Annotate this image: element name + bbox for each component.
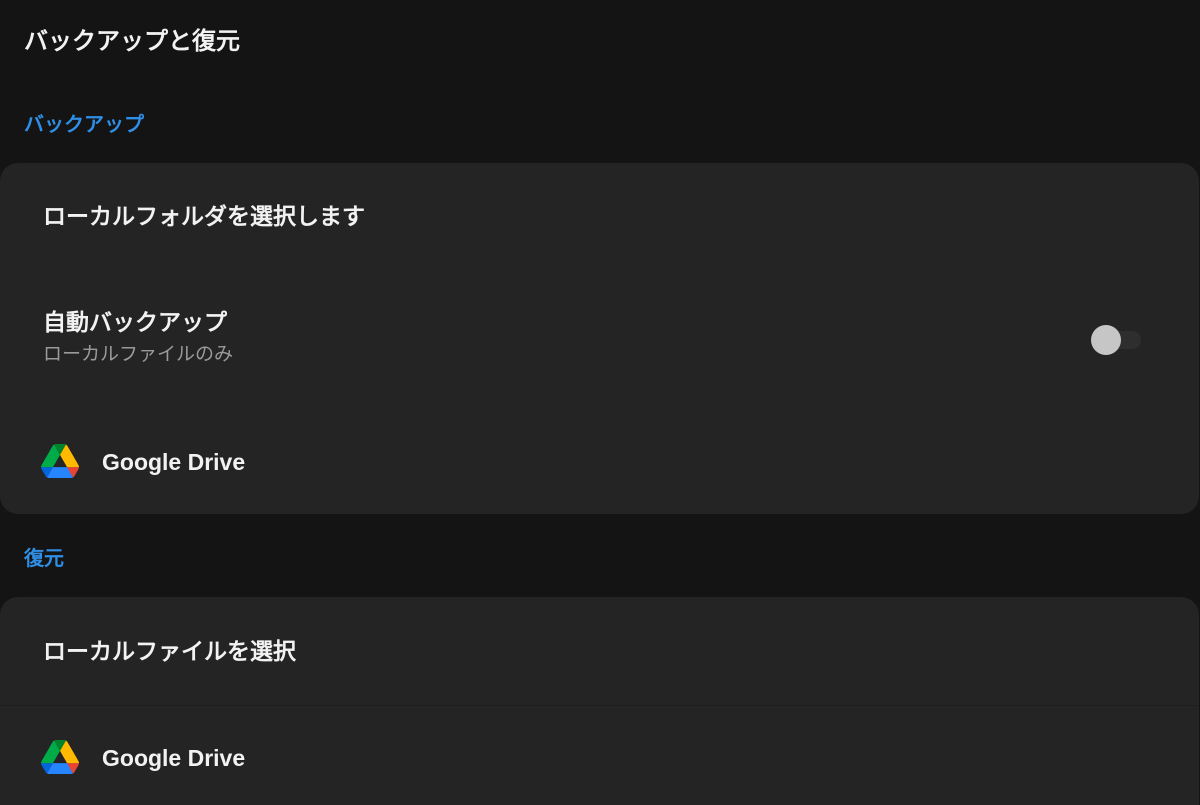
section-header-backup: バックアップ <box>24 112 144 136</box>
auto-backup-subtitle: ローカルファイルのみ <box>43 343 234 365</box>
auto-backup-row[interactable]: 自動バックアップ ローカルファイルのみ <box>0 271 1199 403</box>
backup-google-drive-row[interactable]: Google Drive <box>0 403 1199 514</box>
select-local-folder-label: ローカルフォルダを選択します <box>43 204 365 230</box>
select-local-folder-row[interactable]: ローカルフォルダを選択します <box>0 163 1199 271</box>
restore-card: ローカルファイルを選択 Google Drive <box>0 597 1199 805</box>
backup-google-drive-label: Google Drive <box>102 449 246 475</box>
restore-google-drive-label: Google Drive <box>102 745 246 771</box>
section-header-restore: 復元 <box>24 546 64 570</box>
select-local-file-row[interactable]: ローカルファイルを選択 <box>0 597 1199 705</box>
google-drive-icon <box>41 444 79 478</box>
backup-card: ローカルフォルダを選択します 自動バックアップ ローカルファイルのみ Googl… <box>0 163 1199 514</box>
auto-backup-title: 自動バックアップ <box>43 310 227 336</box>
restore-google-drive-row[interactable]: Google Drive <box>0 706 1199 805</box>
select-local-file-label: ローカルファイルを選択 <box>43 639 296 665</box>
page-title: バックアップと復元 <box>24 27 240 55</box>
toggle-knob <box>1091 325 1121 355</box>
google-drive-icon <box>41 740 79 774</box>
auto-backup-toggle[interactable] <box>1089 324 1143 356</box>
